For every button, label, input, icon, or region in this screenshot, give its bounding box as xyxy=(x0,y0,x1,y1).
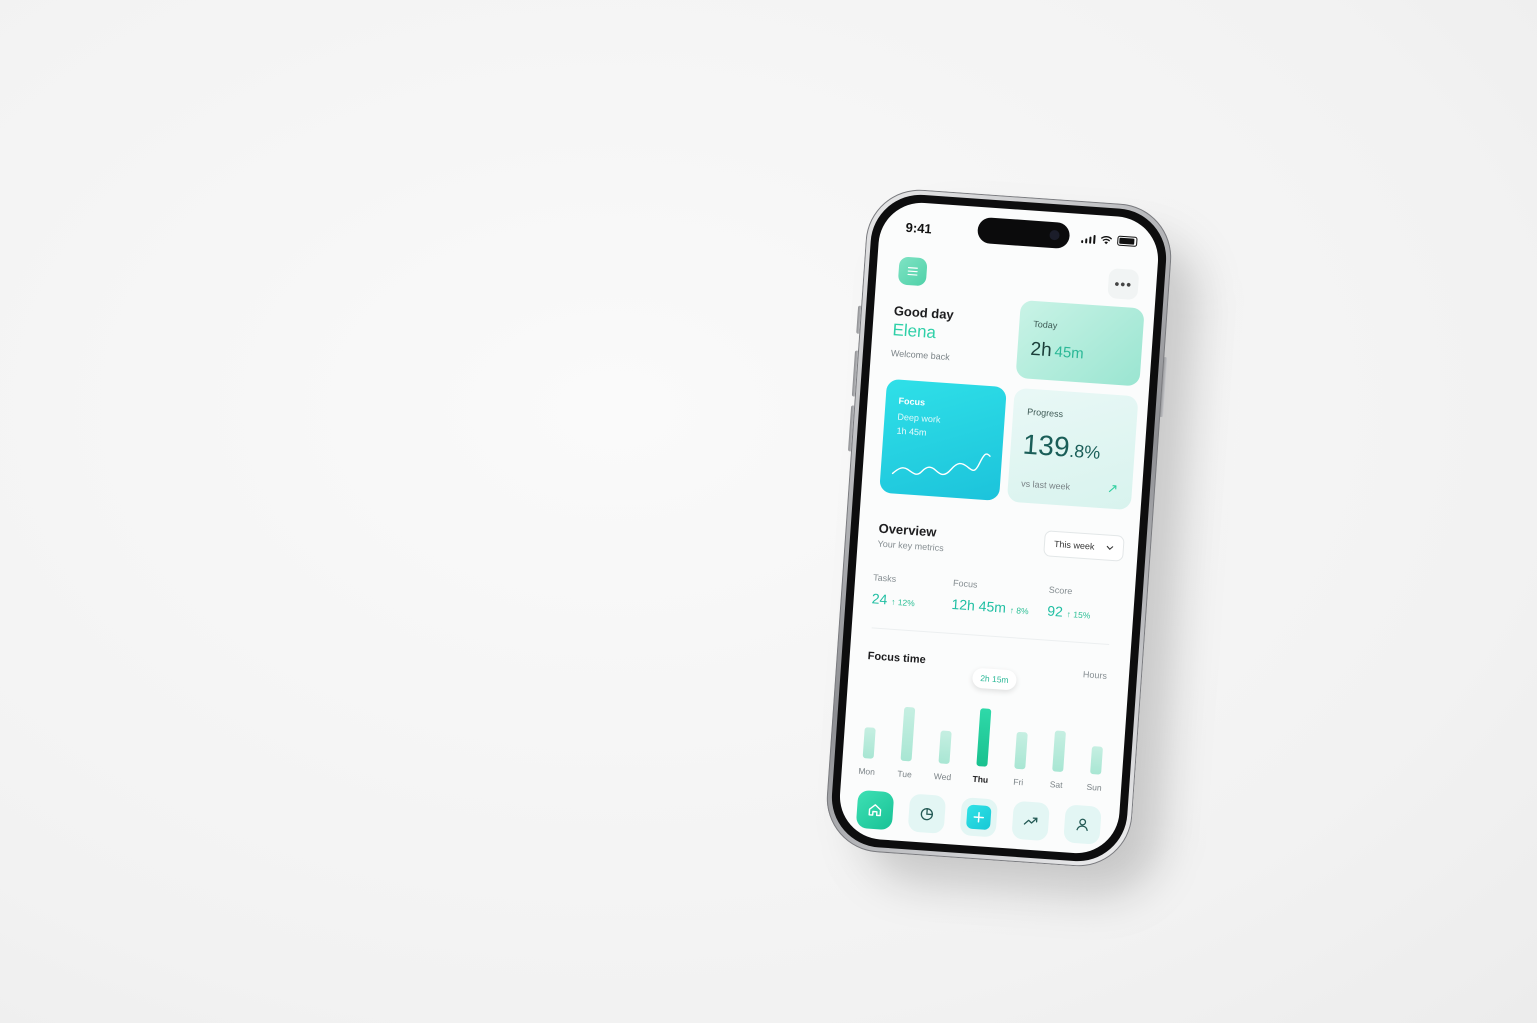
metric-label: Tasks xyxy=(872,572,897,584)
bar xyxy=(862,727,876,759)
signal-icon xyxy=(1080,234,1096,244)
chart-day-label: Thu xyxy=(972,773,989,785)
battery-icon xyxy=(1116,235,1138,247)
metric-focus: Focus 12h 45m ↑ 8% xyxy=(951,578,1031,617)
metric-value: 12h 45m xyxy=(951,595,1007,616)
focus-time-title: Focus time xyxy=(867,650,927,667)
nav-stats-button[interactable] xyxy=(907,793,947,834)
bar xyxy=(1090,745,1104,775)
camera-icon xyxy=(1049,229,1060,241)
bar xyxy=(938,730,952,765)
metric-change: ↑ 12% xyxy=(890,596,916,609)
chart-bar-wed[interactable] xyxy=(938,730,952,765)
chart-day-label: Mon xyxy=(858,765,876,777)
trend-up-arrow-icon: ↗ xyxy=(1106,480,1119,497)
today-value: 2h 45m xyxy=(1030,339,1085,365)
range-dropdown[interactable]: This week xyxy=(1043,530,1125,562)
status-time: 9:41 xyxy=(905,219,933,237)
metric-label: Score xyxy=(1048,584,1073,597)
chart-day-label: Tue xyxy=(897,768,913,780)
chart-bar-mon[interactable] xyxy=(862,727,876,759)
dynamic-island xyxy=(976,216,1071,250)
progress-value-dec: .8% xyxy=(1068,440,1101,463)
bottom-nav xyxy=(855,789,1102,847)
metric-value-row: 12h 45m ↑ 8% xyxy=(951,596,1029,617)
today-minutes: 45m xyxy=(1053,343,1085,363)
metric-score: Score 92 ↑ 15% xyxy=(1047,585,1092,622)
bar xyxy=(900,707,916,762)
chart-bar-fri[interactable] xyxy=(1014,731,1028,770)
chevron-down-icon xyxy=(1106,545,1114,551)
greeting: Good day Elena Welcome back xyxy=(891,303,955,362)
nav-add-button[interactable] xyxy=(959,797,999,838)
chart-bar-sun[interactable] xyxy=(1090,745,1104,775)
chart-day-label: Sat xyxy=(1049,779,1063,791)
user-icon xyxy=(1076,818,1088,832)
today-card[interactable]: Today 2h 45m xyxy=(1015,299,1145,387)
focus-card[interactable]: Focus Deep work 1h 45m xyxy=(879,378,1007,501)
greeting-line: Good day xyxy=(893,303,955,323)
status-icons xyxy=(1080,233,1138,247)
bar xyxy=(1014,731,1028,770)
wifi-icon xyxy=(1100,235,1113,244)
metric-value: 24 xyxy=(871,590,888,608)
screen: 9:41 ••• Good day Elena Welcome back Tod… xyxy=(837,200,1161,856)
pie-chart-icon xyxy=(920,808,934,821)
focus-time-unit: Hours xyxy=(1082,669,1108,681)
progress-card[interactable]: Progress 139.8% vs last week ↗ xyxy=(1006,387,1139,511)
user-name: Elena xyxy=(891,320,937,343)
metric-value-row: 24 ↑ 12% xyxy=(871,590,915,609)
chart-day-label: Sun xyxy=(1086,781,1103,793)
phone-bezel: 9:41 ••• Good day Elena Welcome back Tod… xyxy=(828,191,1170,865)
welcome-text: Welcome back xyxy=(890,348,951,363)
trending-up-icon xyxy=(1023,817,1038,825)
metric-label: Focus xyxy=(952,577,978,590)
menu-button[interactable] xyxy=(897,256,928,287)
more-options-button[interactable]: ••• xyxy=(1107,268,1140,301)
bar xyxy=(1052,730,1066,773)
progress-label: Progress xyxy=(1026,406,1064,420)
focus-trend-line xyxy=(891,453,991,476)
metric-change: ↑ 8% xyxy=(1009,604,1030,617)
nav-trends-button[interactable] xyxy=(1011,800,1050,842)
focus-title: Focus xyxy=(898,395,926,408)
progress-value: 139.8% xyxy=(1022,429,1102,466)
home-icon xyxy=(868,804,882,817)
chart-day-label: Wed xyxy=(933,771,952,783)
metric-value: 92 xyxy=(1046,602,1064,620)
add-button-inner xyxy=(965,804,992,831)
focus-duration: 1h 45m xyxy=(896,425,927,438)
chart-day-label: Fri xyxy=(1013,776,1024,788)
bar xyxy=(976,708,992,767)
chart-bar-thu[interactable] xyxy=(976,708,992,767)
focus-time-chart: Mon Tue Wed Thu Fri Sat Sun xyxy=(857,676,1121,794)
overview-title: Overview xyxy=(878,520,937,540)
menu-icon xyxy=(907,267,918,276)
phone-frame: 9:41 ••• Good day Elena Welcome back Tod… xyxy=(823,186,1175,870)
progress-caption: vs last week xyxy=(1020,478,1071,492)
chart-bar-sat[interactable] xyxy=(1052,730,1066,773)
divider xyxy=(871,627,1110,645)
more-icon: ••• xyxy=(1113,275,1133,293)
metric-tasks: Tasks 24 ↑ 12% xyxy=(871,572,916,609)
stage: 9:41 ••• Good day Elena Welcome back Tod… xyxy=(0,0,1537,1023)
range-dropdown-label: This week xyxy=(1053,538,1095,552)
progress-value-int: 139 xyxy=(1021,428,1071,463)
overview-subtitle: Your key metrics xyxy=(877,538,945,554)
phone: 9:41 ••• Good day Elena Welcome back Tod… xyxy=(823,186,1175,870)
chart-bar-tue[interactable] xyxy=(900,707,916,762)
nav-home-button[interactable] xyxy=(855,789,895,831)
nav-profile-button[interactable] xyxy=(1063,804,1102,845)
today-label: Today xyxy=(1032,318,1058,331)
today-hours: 2h xyxy=(1029,338,1053,362)
plus-icon xyxy=(973,812,985,823)
focus-subtitle: Deep work xyxy=(897,411,941,425)
home-indicator xyxy=(936,845,1027,856)
metric-change: ↑ 15% xyxy=(1066,608,1091,621)
metric-value-row: 92 ↑ 15% xyxy=(1047,603,1091,622)
